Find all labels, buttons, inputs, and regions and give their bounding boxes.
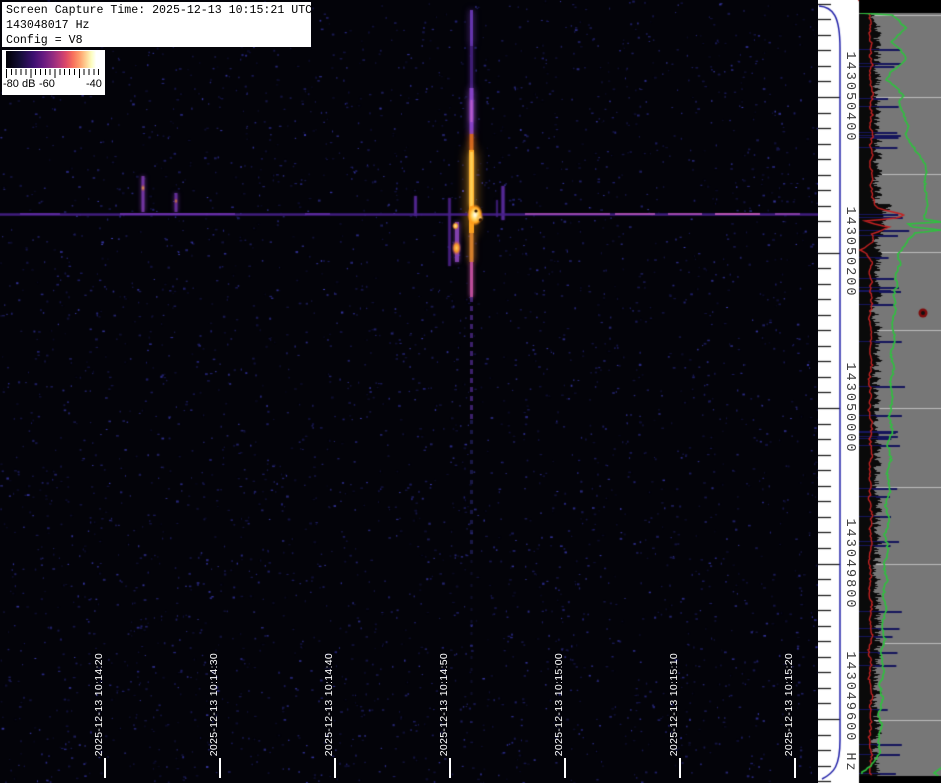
- frequency-label: 143049800: [842, 519, 857, 610]
- spectrogram-waterfall-canvas: [0, 0, 818, 783]
- time-tick: [679, 758, 681, 778]
- colorbar-label-80db: -80 dB: [3, 78, 35, 90]
- time-tick: [794, 758, 796, 778]
- time-label: 2025-12-13 10:14:30: [208, 653, 220, 756]
- colorbar-major-ticks: [6, 69, 103, 78]
- frequency-label: 143050200: [842, 207, 857, 298]
- time-label: 2025-12-13 10:14:20: [93, 653, 105, 756]
- time-label: 2025-12-13 10:14:50: [438, 653, 450, 756]
- time-tick: [449, 758, 451, 778]
- time-tick: [334, 758, 336, 778]
- capture-time-line: Screen Capture Time: 2025-12-13 10:15:21…: [6, 3, 311, 18]
- frequency-label: 143049600 Hz: [842, 651, 857, 772]
- time-tick: [219, 758, 221, 778]
- config-line: Config = V8: [6, 33, 311, 48]
- frequency-label: 143050000: [842, 363, 857, 454]
- frequency-label: 143050400: [842, 52, 857, 143]
- time-tick: [564, 758, 566, 778]
- time-label: 2025-12-13 10:15:20: [783, 653, 795, 756]
- colorbar-legend: -80 dB -60 -40: [2, 50, 105, 95]
- spectrogram-app: Screen Capture Time: 2025-12-13 10:15:21…: [0, 0, 941, 783]
- time-tick: [104, 758, 106, 778]
- frequency-axis-and-spectrum-panel-canvas: [818, 0, 941, 783]
- time-label: 2025-12-13 10:15:10: [668, 653, 680, 756]
- time-label: 2025-12-13 10:15:00: [553, 653, 565, 756]
- center-frequency-line: 143048017 Hz: [6, 18, 311, 33]
- capture-info-box: Screen Capture Time: 2025-12-13 10:15:21…: [2, 2, 311, 47]
- colorbar-label-60db: -60: [39, 78, 55, 90]
- time-label: 2025-12-13 10:14:40: [323, 653, 335, 756]
- colorbar-gradient: [6, 51, 103, 68]
- colorbar-label-40db: -40: [86, 78, 102, 90]
